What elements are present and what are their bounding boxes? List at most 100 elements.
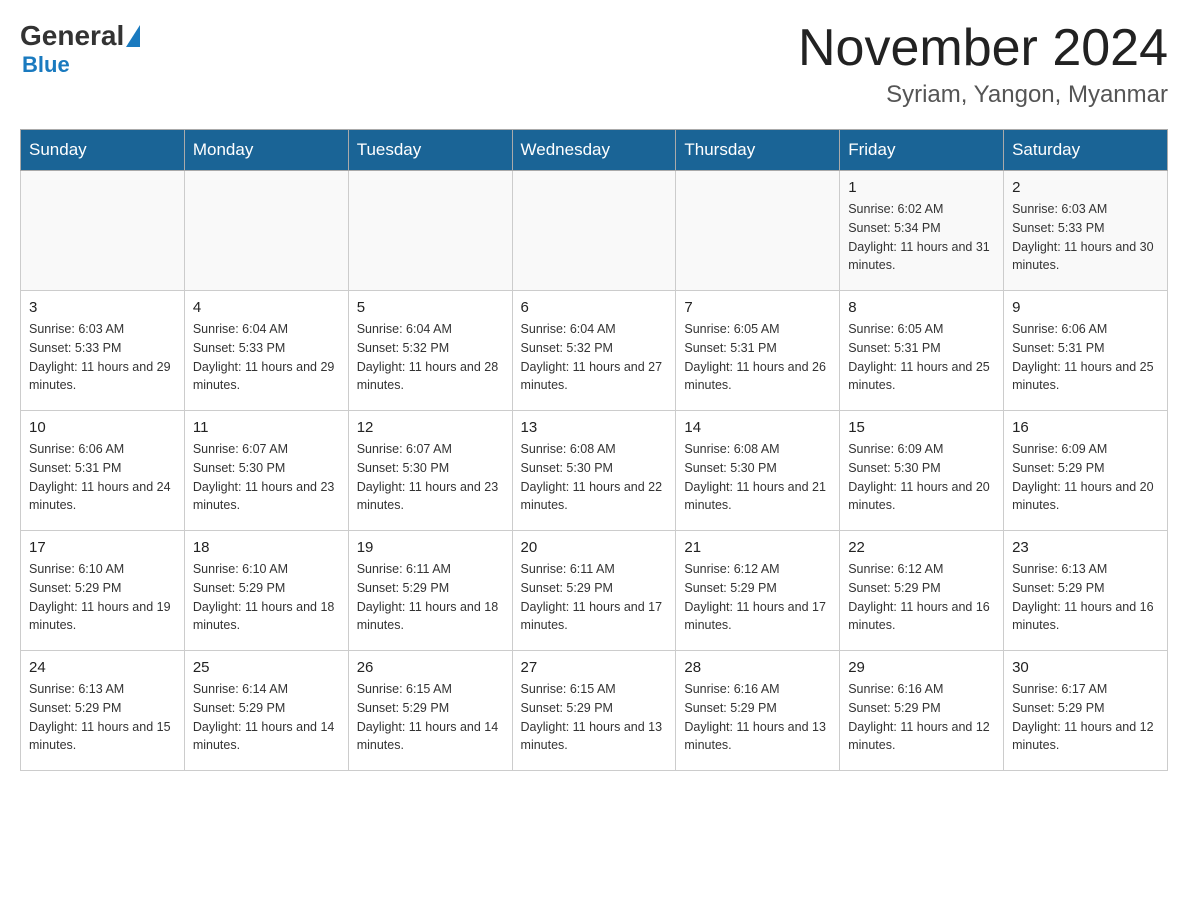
day-number: 9 xyxy=(1012,299,1159,316)
day-number: 29 xyxy=(848,659,995,676)
logo-general: General xyxy=(20,20,124,52)
day-number: 5 xyxy=(357,299,504,316)
day-info: Sunrise: 6:10 AMSunset: 5:29 PMDaylight:… xyxy=(193,560,340,635)
day-info: Sunrise: 6:16 AMSunset: 5:29 PMDaylight:… xyxy=(848,680,995,755)
calendar-cell: 21Sunrise: 6:12 AMSunset: 5:29 PMDayligh… xyxy=(676,531,840,651)
calendar-cell: 20 Sunrise: 6:11 AMSunset: 5:29 PMDayligh… xyxy=(512,531,676,651)
weekday-header-thursday: Thursday xyxy=(676,130,840,171)
day-number: 22 xyxy=(848,539,995,556)
calendar-cell: 24 Sunrise: 6:13 AMSunset: 5:29 PMDayligh… xyxy=(21,651,185,771)
logo: General Blue xyxy=(20,20,140,78)
logo-text: General xyxy=(20,20,140,52)
day-info: Sunrise: 6:07 AMSunset: 5:30 PMDaylight:… xyxy=(357,440,504,515)
calendar-week-row: 10Sunrise: 6:06 AMSunset: 5:31 PMDayligh… xyxy=(21,411,1168,531)
calendar-week-row: 24 Sunrise: 6:13 AMSunset: 5:29 PMDayligh… xyxy=(21,651,1168,771)
day-info: Sunrise: 6:13 AMSunset: 5:29 PMDaylight:… xyxy=(29,680,176,755)
day-info: Sunrise: 6:11 AMSunset: 5:29 PMDaylight:… xyxy=(357,560,504,635)
day-number: 15 xyxy=(848,419,995,436)
calendar-cell: 16 Sunrise: 6:09 AMSunset: 5:29 PMDayligh… xyxy=(1004,411,1168,531)
location-subtitle: Syriam, Yangon, Myanmar xyxy=(798,81,1168,109)
day-number: 30 xyxy=(1012,659,1159,676)
day-info: Sunrise: 6:04 AMSunset: 5:32 PMDaylight:… xyxy=(357,320,504,395)
day-info: Sunrise: 6:04 AMSunset: 5:32 PMDaylight:… xyxy=(521,320,668,395)
day-info: Sunrise: 6:11 AMSunset: 5:29 PMDaylight:… xyxy=(521,560,668,635)
day-number: 2 xyxy=(1012,179,1159,196)
day-number: 17 xyxy=(29,539,176,556)
day-info: Sunrise: 6:09 AMSunset: 5:29 PMDaylight:… xyxy=(1012,440,1159,515)
day-number: 27 xyxy=(521,659,668,676)
calendar-cell: 4 Sunrise: 6:04 AMSunset: 5:33 PMDaylight… xyxy=(184,291,348,411)
calendar-cell: 29 Sunrise: 6:16 AMSunset: 5:29 PMDayligh… xyxy=(840,651,1004,771)
calendar-cell: 23 Sunrise: 6:13 AMSunset: 5:29 PMDayligh… xyxy=(1004,531,1168,651)
day-number: 18 xyxy=(193,539,340,556)
calendar-cell xyxy=(512,171,676,291)
day-info: Sunrise: 6:09 AMSunset: 5:30 PMDaylight:… xyxy=(848,440,995,515)
day-info: Sunrise: 6:03 AMSunset: 5:33 PMDaylight:… xyxy=(1012,200,1159,275)
day-info: Sunrise: 6:17 AMSunset: 5:29 PMDaylight:… xyxy=(1012,680,1159,755)
day-number: 7 xyxy=(684,299,831,316)
day-info: Sunrise: 6:07 AMSunset: 5:30 PMDaylight:… xyxy=(193,440,340,515)
weekday-header-tuesday: Tuesday xyxy=(348,130,512,171)
calendar-cell: 2 Sunrise: 6:03 AMSunset: 5:33 PMDaylight… xyxy=(1004,171,1168,291)
calendar-cell: 5 Sunrise: 6:04 AMSunset: 5:32 PMDaylight… xyxy=(348,291,512,411)
weekday-header-row: SundayMondayTuesdayWednesdayThursdayFrid… xyxy=(21,130,1168,171)
day-info: Sunrise: 6:06 AMSunset: 5:31 PMDaylight:… xyxy=(1012,320,1159,395)
calendar-cell: 17Sunrise: 6:10 AMSunset: 5:29 PMDayligh… xyxy=(21,531,185,651)
calendar-cell: 26Sunrise: 6:15 AMSunset: 5:29 PMDayligh… xyxy=(348,651,512,771)
calendar-cell: 15 Sunrise: 6:09 AMSunset: 5:30 PMDayligh… xyxy=(840,411,1004,531)
calendar-cell: 7 Sunrise: 6:05 AMSunset: 5:31 PMDaylight… xyxy=(676,291,840,411)
day-info: Sunrise: 6:13 AMSunset: 5:29 PMDaylight:… xyxy=(1012,560,1159,635)
day-number: 24 xyxy=(29,659,176,676)
day-info: Sunrise: 6:06 AMSunset: 5:31 PMDaylight:… xyxy=(29,440,176,515)
calendar-cell xyxy=(184,171,348,291)
title-section: November 2024 Syriam, Yangon, Myanmar xyxy=(798,20,1168,109)
day-info: Sunrise: 6:05 AMSunset: 5:31 PMDaylight:… xyxy=(848,320,995,395)
calendar-cell: 10Sunrise: 6:06 AMSunset: 5:31 PMDayligh… xyxy=(21,411,185,531)
day-info: Sunrise: 6:04 AMSunset: 5:33 PMDaylight:… xyxy=(193,320,340,395)
day-number: 8 xyxy=(848,299,995,316)
day-number: 14 xyxy=(684,419,831,436)
day-info: Sunrise: 6:08 AMSunset: 5:30 PMDaylight:… xyxy=(521,440,668,515)
logo-triangle-icon xyxy=(126,25,140,47)
day-number: 20 xyxy=(521,539,668,556)
day-number: 23 xyxy=(1012,539,1159,556)
day-number: 6 xyxy=(521,299,668,316)
calendar-cell: 14 Sunrise: 6:08 AMSunset: 5:30 PMDayligh… xyxy=(676,411,840,531)
calendar-cell xyxy=(21,171,185,291)
day-number: 11 xyxy=(193,419,340,436)
day-info: Sunrise: 6:14 AMSunset: 5:29 PMDaylight:… xyxy=(193,680,340,755)
calendar-cell: 6 Sunrise: 6:04 AMSunset: 5:32 PMDaylight… xyxy=(512,291,676,411)
weekday-header-sunday: Sunday xyxy=(21,130,185,171)
day-number: 28 xyxy=(684,659,831,676)
day-number: 4 xyxy=(193,299,340,316)
day-info: Sunrise: 6:15 AMSunset: 5:29 PMDaylight:… xyxy=(521,680,668,755)
calendar-cell: 11 Sunrise: 6:07 AMSunset: 5:30 PMDayligh… xyxy=(184,411,348,531)
month-title: November 2024 xyxy=(798,20,1168,77)
day-info: Sunrise: 6:08 AMSunset: 5:30 PMDaylight:… xyxy=(684,440,831,515)
calendar-cell: 12 Sunrise: 6:07 AMSunset: 5:30 PMDayligh… xyxy=(348,411,512,531)
calendar-cell: 9 Sunrise: 6:06 AMSunset: 5:31 PMDaylight… xyxy=(1004,291,1168,411)
calendar-cell: 8 Sunrise: 6:05 AMSunset: 5:31 PMDaylight… xyxy=(840,291,1004,411)
day-number: 19 xyxy=(357,539,504,556)
calendar-cell: 27 Sunrise: 6:15 AMSunset: 5:29 PMDayligh… xyxy=(512,651,676,771)
day-number: 12 xyxy=(357,419,504,436)
calendar-cell: 13Sunrise: 6:08 AMSunset: 5:30 PMDayligh… xyxy=(512,411,676,531)
day-number: 3 xyxy=(29,299,176,316)
calendar-cell: 3 Sunrise: 6:03 AMSunset: 5:33 PMDaylight… xyxy=(21,291,185,411)
calendar-cell: 30 Sunrise: 6:17 AMSunset: 5:29 PMDayligh… xyxy=(1004,651,1168,771)
day-info: Sunrise: 6:16 AMSunset: 5:29 PMDaylight:… xyxy=(684,680,831,755)
calendar-week-row: 17 Sunrise: 6:10 AMSunset: 5:29 PMDayligh… xyxy=(21,531,1168,651)
weekday-header-wednesday: Wednesday xyxy=(512,130,676,171)
calendar-cell: 22Sunrise: 6:12 AMSunset: 5:29 PMDayligh… xyxy=(840,531,1004,651)
calendar-cell: 18 Sunrise: 6:10 AMSunset: 5:29 PMDayligh… xyxy=(184,531,348,651)
day-info: Sunrise: 6:05 AMSunset: 5:31 PMDaylight:… xyxy=(684,320,831,395)
weekday-header-monday: Monday xyxy=(184,130,348,171)
calendar-cell: 28 Sunrise: 6:16 AMSunset: 5:29 PMDayligh… xyxy=(676,651,840,771)
day-info: Sunrise: 6:03 AMSunset: 5:33 PMDaylight:… xyxy=(29,320,176,395)
calendar-cell: 19 Sunrise: 6:11 AMSunset: 5:29 PMDayligh… xyxy=(348,531,512,651)
day-number: 1 xyxy=(848,179,995,196)
calendar-week-row: 3 Sunrise: 6:03 AMSunset: 5:33 PMDaylight… xyxy=(21,291,1168,411)
day-number: 16 xyxy=(1012,419,1159,436)
calendar-week-row: 1Sunrise: 6:02 AMSunset: 5:34 PMDaylight… xyxy=(21,171,1168,291)
day-number: 21 xyxy=(684,539,831,556)
